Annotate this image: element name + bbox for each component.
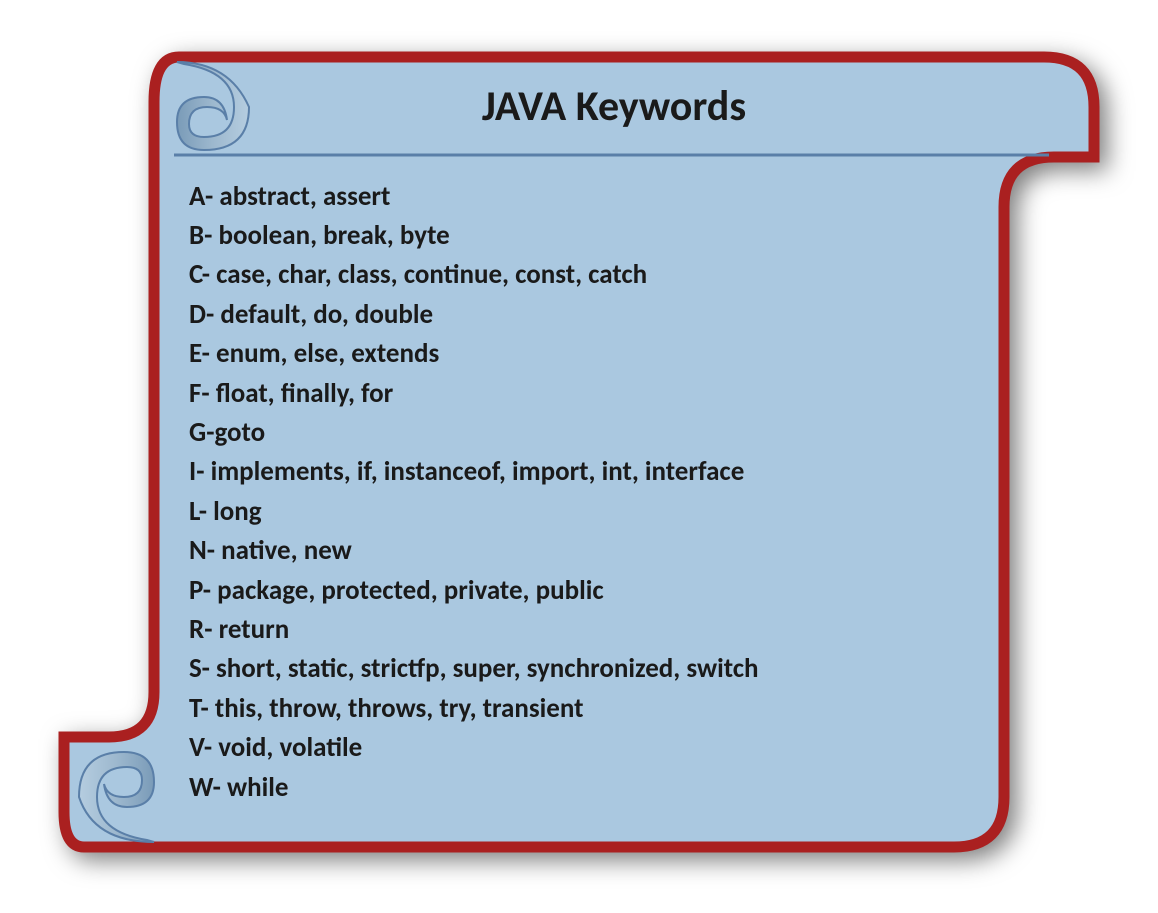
keyword-line: R- return — [189, 610, 989, 649]
keyword-line: G-goto — [189, 413, 989, 452]
keyword-line: D- default, do, double — [189, 295, 989, 334]
keyword-line: C- case, char, class, continue, const, c… — [189, 255, 989, 294]
keyword-list: A- abstract, assert B- boolean, break, b… — [189, 177, 989, 808]
keyword-line: V- void, volatile — [189, 728, 989, 767]
keyword-line: F- float, finally, for — [189, 374, 989, 413]
keyword-line: S- short, static, strictfp, super, synch… — [189, 649, 989, 688]
keyword-line: E- enum, else, extends — [189, 334, 989, 373]
keyword-line: T- this, throw, throws, try, transient — [189, 689, 989, 728]
keyword-line: N- native, new — [189, 531, 989, 570]
keyword-line: W- while — [189, 768, 989, 807]
keyword-line: L- long — [189, 492, 989, 531]
scroll-document: JAVA Keywords A- abstract, assert B- boo… — [49, 42, 1109, 872]
keyword-line: B- boolean, break, byte — [189, 216, 989, 255]
keyword-line: I- implements, if, instanceof, import, i… — [189, 452, 989, 491]
keyword-line: P- package, protected, private, public — [189, 571, 989, 610]
header-area: JAVA Keywords — [184, 57, 1044, 157]
keyword-line: A- abstract, assert — [189, 177, 989, 216]
document-title: JAVA Keywords — [482, 81, 746, 132]
